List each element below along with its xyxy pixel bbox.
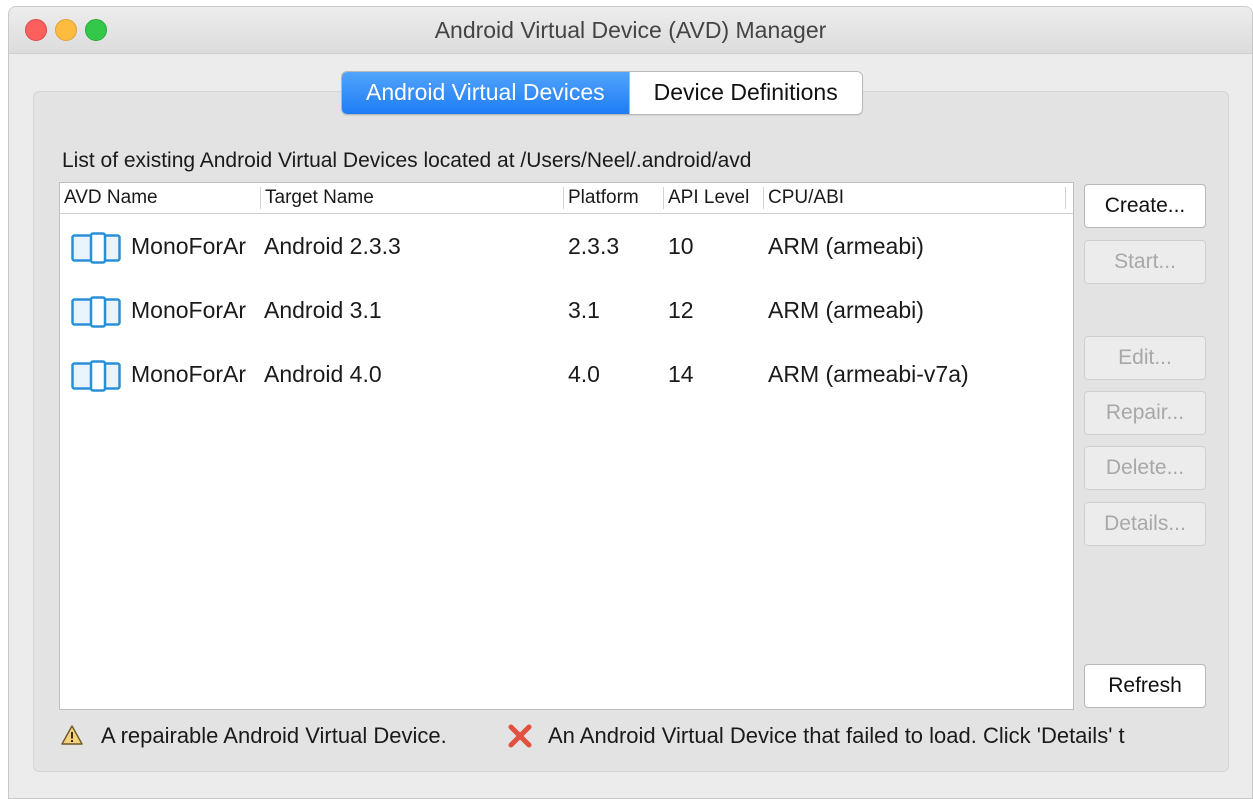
- column-header-platform[interactable]: Platform: [563, 187, 639, 209]
- delete-button[interactable]: Delete...: [1084, 446, 1206, 490]
- tab-device-definitions[interactable]: Device Definitions: [628, 72, 862, 114]
- start-button[interactable]: Start...: [1084, 240, 1206, 284]
- table-row[interactable]: MonoForAr Android 3.1 3.1 12 ARM (armeab…: [60, 285, 1073, 337]
- window-title: Android Virtual Device (AVD) Manager: [434, 17, 827, 43]
- title-bar: Android Virtual Device (AVD) Manager: [9, 7, 1252, 54]
- cpu-abi-cell: ARM (armeabi): [768, 233, 924, 259]
- cpu-abi-cell: ARM (armeabi): [768, 297, 924, 323]
- cpu-abi-cell: ARM (armeabi-v7a): [768, 361, 969, 387]
- api-level-cell: 14: [668, 361, 694, 387]
- api-level-cell: 12: [668, 297, 694, 323]
- column-header-divider: [1065, 187, 1067, 209]
- column-header-avd-name[interactable]: AVD Name: [64, 187, 158, 209]
- api-level-cell: 10: [668, 233, 694, 259]
- avd-location-description: List of existing Android Virtual Devices…: [62, 149, 752, 172]
- avd-device-icon: [71, 360, 121, 392]
- create-button[interactable]: Create...: [1084, 184, 1206, 228]
- avd-name-cell: MonoForAr: [131, 361, 247, 387]
- error-x-icon: [508, 724, 532, 748]
- column-header-api-level[interactable]: API Level: [663, 187, 749, 209]
- table-row[interactable]: MonoForAr Android 2.3.3 2.3.3 10 ARM (ar…: [60, 221, 1073, 273]
- repair-button[interactable]: Repair...: [1084, 391, 1206, 435]
- tab-android-virtual-devices[interactable]: Android Virtual Devices: [342, 72, 629, 114]
- avd-device-icon: [71, 232, 121, 264]
- target-name-cell: Android 4.0: [264, 361, 382, 387]
- tab-bar: Android Virtual Devices Device Definitio…: [341, 71, 863, 115]
- platform-cell: 4.0: [568, 361, 600, 387]
- target-name-cell: Android 3.1: [264, 297, 382, 323]
- table-header: AVD Name Target Name Platform API Level …: [60, 183, 1073, 214]
- avd-manager-window: Android Virtual Device (AVD) Manager And…: [8, 6, 1253, 799]
- avd-name-cell: MonoForAr: [131, 233, 247, 259]
- platform-cell: 2.3.3: [568, 233, 620, 259]
- column-header-target-name[interactable]: Target Name: [260, 187, 374, 209]
- details-button[interactable]: Details...: [1084, 502, 1206, 546]
- refresh-button[interactable]: Refresh: [1084, 664, 1206, 708]
- column-header-cpu-abi[interactable]: CPU/ABI: [763, 187, 844, 209]
- avd-device-icon: [71, 296, 121, 328]
- repairable-legend-text: A repairable Android Virtual Device.: [101, 723, 447, 748]
- target-name-cell: Android 2.3.3: [264, 233, 401, 259]
- failed-legend-text: An Android Virtual Device that failed to…: [548, 723, 1125, 748]
- table-row[interactable]: MonoForAr Android 4.0 4.0 14 ARM (armeab…: [60, 349, 1073, 401]
- avd-table: AVD Name Target Name Platform API Level …: [59, 182, 1074, 710]
- status-legend: A repairable Android Virtual Device. An …: [59, 719, 1209, 755]
- avd-name-cell: MonoForAr: [131, 297, 247, 323]
- edit-button[interactable]: Edit...: [1084, 336, 1206, 380]
- warning-icon: [61, 725, 83, 745]
- platform-cell: 3.1: [568, 297, 600, 323]
